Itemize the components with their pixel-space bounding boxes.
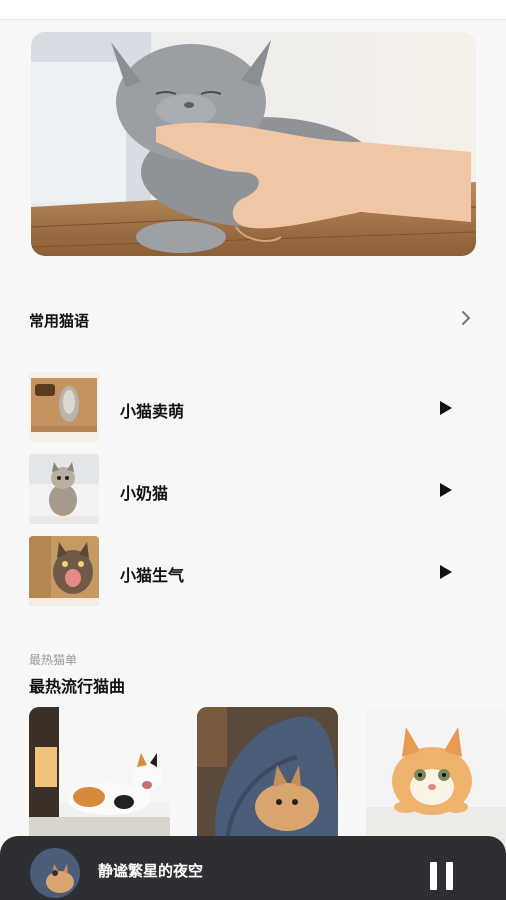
- play-icon[interactable]: [434, 560, 458, 584]
- hot-songs-title: 最热流行猫曲: [29, 677, 126, 696]
- angry-kitten-thumbnail: [29, 536, 99, 606]
- hero-cat-image: [31, 32, 476, 256]
- orange-kitten-image: [366, 707, 506, 847]
- list-item[interactable]: 小猫卖萌: [0, 372, 506, 442]
- common-cat-words-header[interactable]: 常用猫语: [0, 296, 506, 348]
- cat-paw-in-box-thumbnail: [29, 372, 99, 442]
- song-card[interactable]: [29, 707, 170, 847]
- now-playing-title: 静谧繁星的夜空: [98, 862, 204, 880]
- play-icon[interactable]: [434, 478, 458, 502]
- kitten-in-blanket-image: [197, 707, 338, 847]
- chevron-right-icon[interactable]: [452, 304, 480, 332]
- list-item-label: 小奶猫: [120, 484, 169, 503]
- list-item-label: 小猫生气: [120, 566, 185, 585]
- song-card[interactable]: [197, 707, 338, 847]
- mini-player[interactable]: 静谧繁星的夜空: [0, 836, 506, 900]
- hot-songs-carousel[interactable]: [0, 707, 506, 847]
- list-item[interactable]: 小奶猫: [0, 454, 506, 524]
- list-item-label: 小猫卖萌: [120, 402, 185, 421]
- song-card[interactable]: [366, 707, 506, 847]
- kitten-sitting-thumbnail: [29, 454, 99, 524]
- album-art[interactable]: [30, 848, 80, 898]
- play-icon[interactable]: [434, 396, 458, 420]
- list-item[interactable]: 小猫生气: [0, 536, 506, 606]
- calico-cat-image: [29, 707, 170, 847]
- pause-icon[interactable]: [426, 860, 458, 892]
- section-title: 常用猫语: [29, 312, 90, 330]
- hot-songs-subtitle: 最热猫单: [29, 653, 78, 667]
- status-bar: [0, 0, 506, 20]
- hero-banner[interactable]: [31, 32, 476, 256]
